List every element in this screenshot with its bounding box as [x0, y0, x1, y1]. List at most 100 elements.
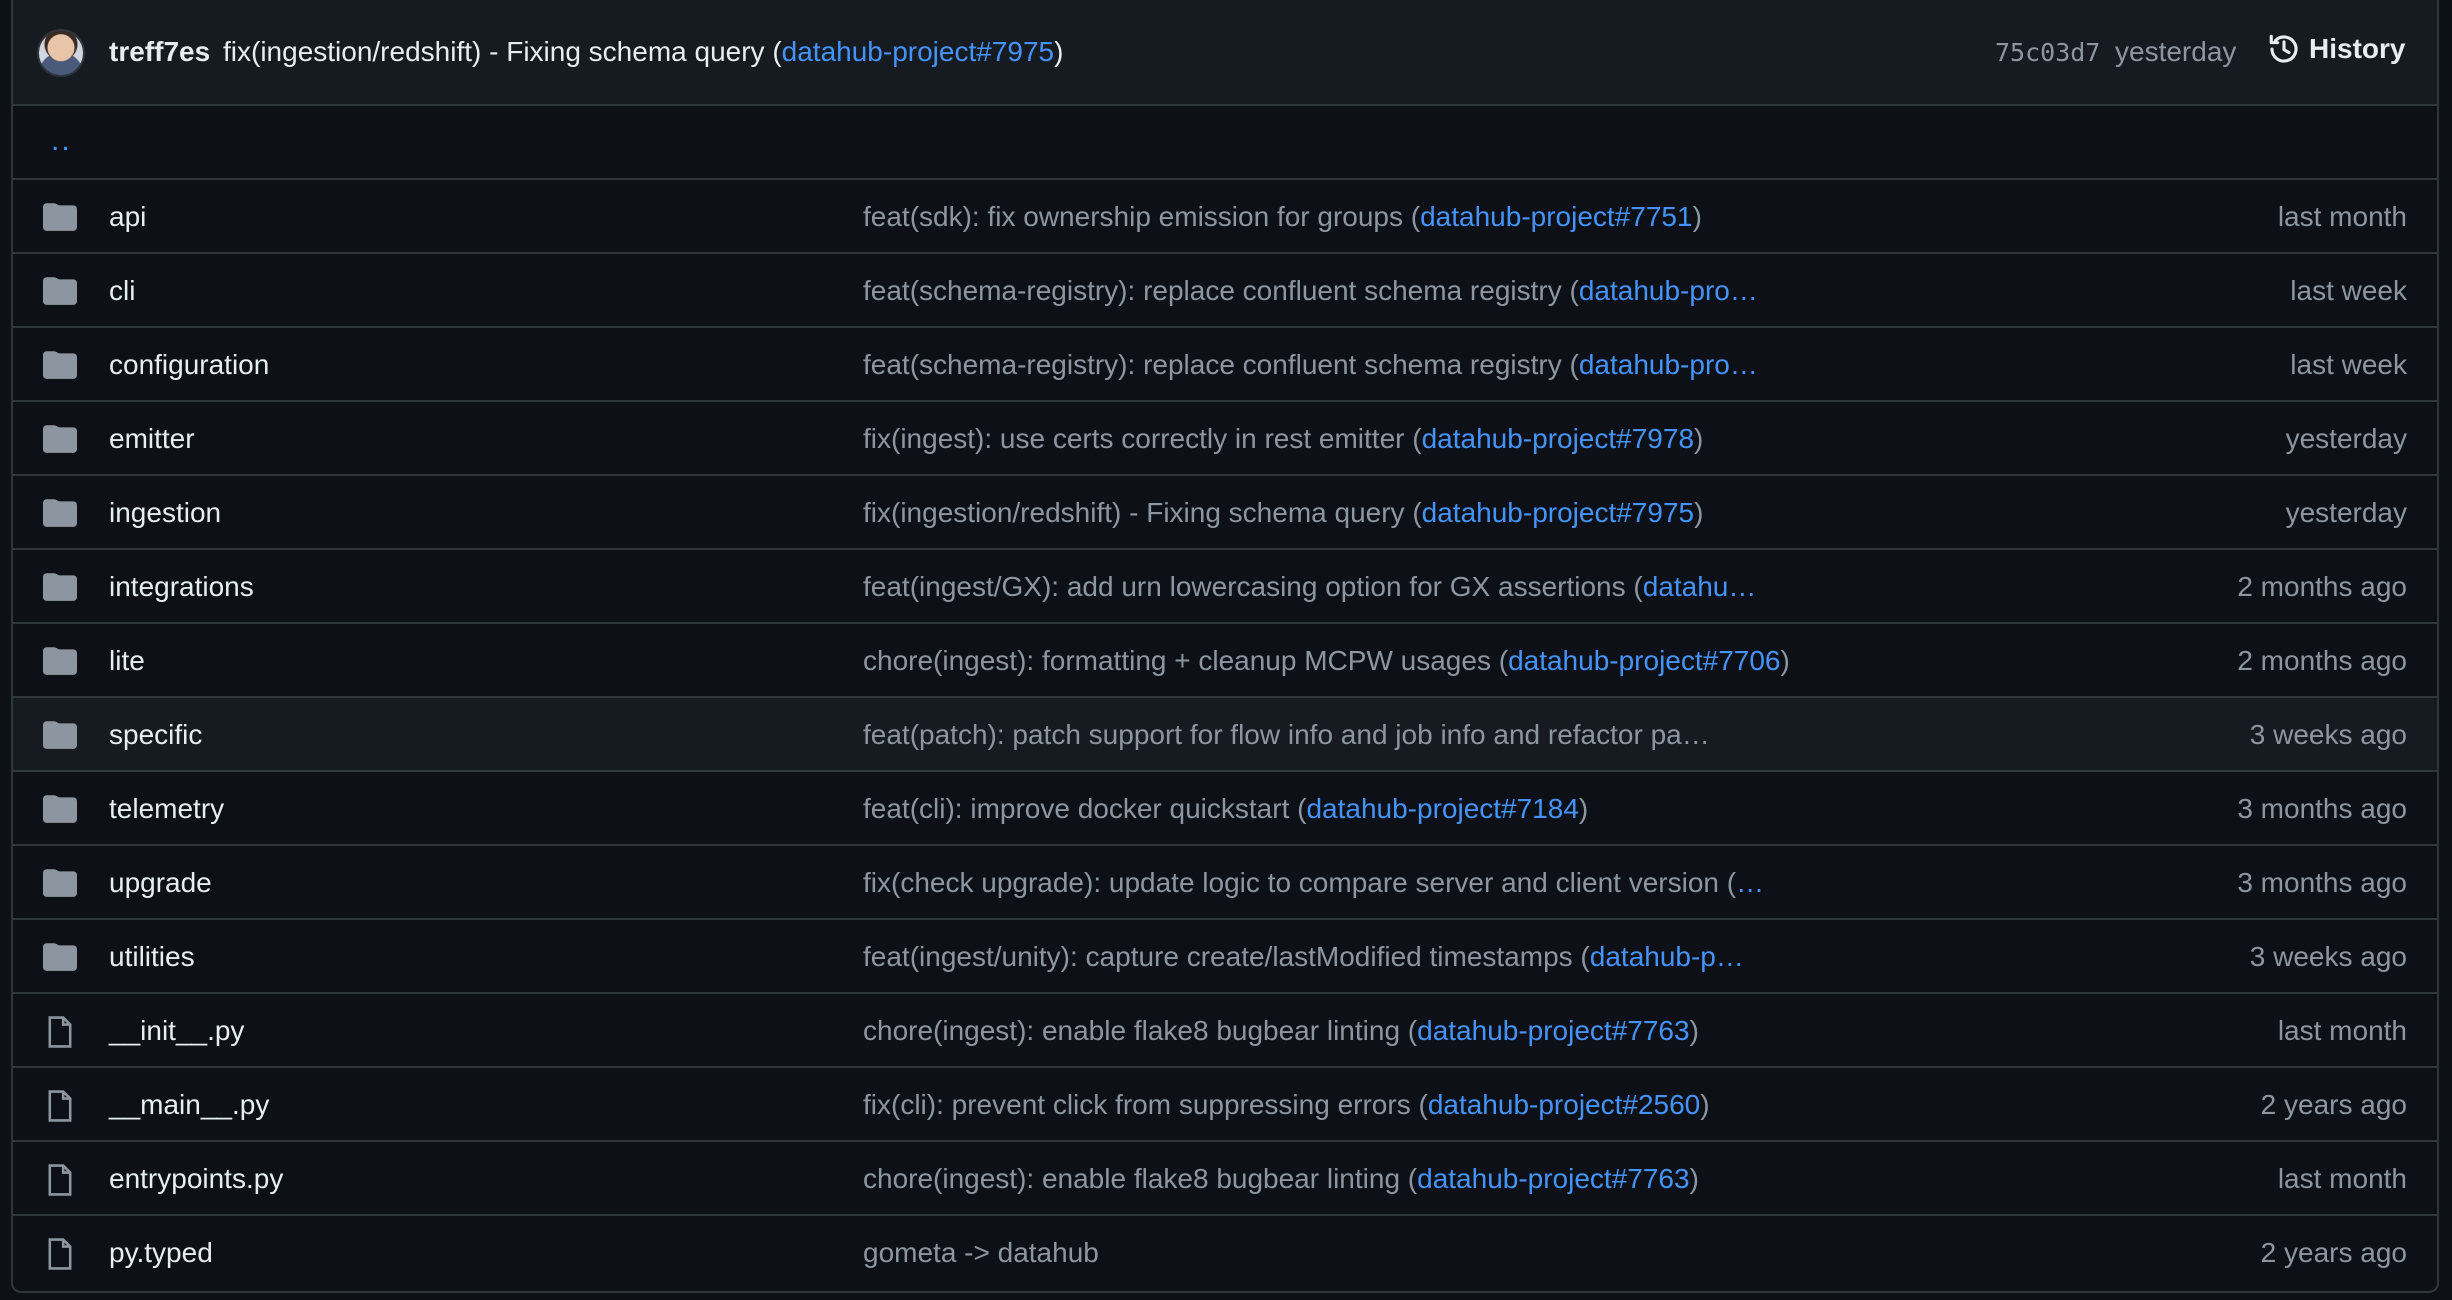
folder-name-link[interactable]: lite: [109, 645, 145, 677]
folder-name-link[interactable]: api: [109, 201, 146, 233]
pr-link[interactable]: datahub-p…: [1590, 941, 1744, 972]
commit-time: last month: [2277, 1015, 2407, 1046]
commit-message-link[interactable]: fix(check upgrade): update logic to comp…: [863, 867, 1764, 899]
folder-name-link[interactable]: ingestion: [109, 497, 221, 529]
commit-message-link[interactable]: gometa -> datahub: [863, 1237, 1099, 1269]
pr-link[interactable]: datahu…: [1643, 571, 1757, 602]
file-row[interactable]: integrations feat(ingest/GX): add urn low…: [13, 550, 2437, 624]
folder-name-link[interactable]: specific: [109, 719, 202, 751]
folder-icon: [43, 497, 77, 529]
history-icon: [2269, 34, 2298, 63]
pr-link[interactable]: datahub-project#7184: [1306, 793, 1578, 824]
commit-message-link[interactable]: feat(schema-registry): replace confluent…: [863, 275, 1758, 307]
commit-message-text[interactable]: fix(ingestion/redshift) - Fixing schema …: [223, 36, 782, 67]
commit-message-text[interactable]: feat(patch): patch support for flow info…: [863, 719, 1710, 750]
folder-icon: [43, 867, 77, 899]
pr-link[interactable]: …: [1736, 867, 1764, 898]
pr-link[interactable]: datahub-project#2560: [1428, 1089, 1700, 1120]
commit-message-text[interactable]: fix(cli): prevent click from suppressing…: [863, 1089, 1428, 1120]
folder-name-link[interactable]: cli: [109, 275, 135, 307]
commit-message[interactable]: fix(ingestion/redshift) - Fixing schema …: [223, 36, 1063, 68]
file-name-link[interactable]: __init__.py: [109, 1015, 244, 1047]
commit-message-text[interactable]: feat(ingest/GX): add urn lowercasing opt…: [863, 571, 1643, 602]
folder-name-link[interactable]: configuration: [109, 349, 269, 381]
pr-link[interactable]: datahub-project#7763: [1417, 1015, 1689, 1046]
commit-message-link[interactable]: feat(cli): improve docker quickstart (da…: [863, 793, 1588, 825]
file-row[interactable]: ingestion fix(ingestion/redshift) - Fixin…: [13, 476, 2437, 550]
file-row[interactable]: telemetry feat(cli): improve docker quick…: [13, 772, 2437, 846]
file-name-link[interactable]: __main__.py: [109, 1089, 269, 1121]
file-row[interactable]: lite chore(ingest): formatting + cleanup …: [13, 624, 2437, 698]
file-row[interactable]: utilities feat(ingest/unity): capture cre…: [13, 920, 2437, 994]
file-row[interactable]: __init__.py chore(ingest): enable flake8 …: [13, 994, 2437, 1068]
pr-link[interactable]: datahub-project#7978: [1422, 423, 1694, 454]
pr-link[interactable]: datahub-pro…: [1579, 275, 1758, 306]
commit-time: yesterday: [2115, 36, 2237, 67]
commit-message-text[interactable]: chore(ingest): formatting + cleanup MCPW…: [863, 645, 1508, 676]
file-row[interactable]: emitter fix(ingest): use certs correctly …: [13, 402, 2437, 476]
folder-name-link[interactable]: telemetry: [109, 793, 224, 825]
pr-link[interactable]: datahub-project#7751: [1420, 201, 1692, 232]
commit-message-text[interactable]: fix(check upgrade): update logic to comp…: [863, 867, 1736, 898]
commit-sha[interactable]: 75c03d7: [1995, 38, 2100, 67]
file-row[interactable]: py.typed gometa -> datahub 2 years ago: [13, 1216, 2437, 1290]
commit-message-link[interactable]: fix(ingestion/redshift) - Fixing schema …: [863, 497, 1703, 529]
commit-message-link[interactable]: feat(ingest/GX): add urn lowercasing opt…: [863, 571, 1756, 603]
commit-message-text[interactable]: fix(ingestion/redshift) - Fixing schema …: [863, 497, 1422, 528]
file-row[interactable]: entrypoints.py chore(ingest): enable flak…: [13, 1142, 2437, 1216]
folder-icon: [43, 571, 77, 603]
commit-message-link[interactable]: fix(ingest): use certs correctly in rest…: [863, 423, 1703, 455]
folder-icon: [43, 645, 77, 677]
commit-time: 3 weeks ago: [2249, 719, 2407, 750]
commit-time: 2 years ago: [2260, 1237, 2407, 1268]
pr-link[interactable]: datahub-project#7706: [1508, 645, 1780, 676]
file-row[interactable]: upgrade fix(check upgrade): update logic …: [13, 846, 2437, 920]
parent-directory-link[interactable]: ..: [51, 124, 72, 158]
file-browser: treff7es fix(ingestion/redshift) - Fixin…: [11, 0, 2439, 1293]
commit-time: last week: [2290, 349, 2407, 380]
file-name-link[interactable]: entrypoints.py: [109, 1163, 283, 1195]
pr-link[interactable]: datahub-project#7763: [1417, 1163, 1689, 1194]
commit-author[interactable]: treff7es: [109, 36, 210, 68]
pr-link[interactable]: datahub-pro…: [1579, 349, 1758, 380]
file-row[interactable]: cli feat(schema-registry): replace conflu…: [13, 254, 2437, 328]
commit-message-text[interactable]: chore(ingest): enable flake8 bugbear lin…: [863, 1163, 1417, 1194]
commit-message-text[interactable]: feat(schema-registry): replace confluent…: [863, 349, 1579, 380]
commit-message-text[interactable]: chore(ingest): enable flake8 bugbear lin…: [863, 1015, 1417, 1046]
parent-directory-row[interactable]: ..: [13, 106, 2437, 180]
file-row[interactable]: __main__.py fix(cli): prevent click from …: [13, 1068, 2437, 1142]
commit-message-text[interactable]: feat(cli): improve docker quickstart (: [863, 793, 1306, 824]
commit-message-text[interactable]: feat(sdk): fix ownership emission for gr…: [863, 201, 1420, 232]
commit-pr-link[interactable]: datahub-project#7975: [782, 36, 1054, 67]
commit-message-text[interactable]: feat(schema-registry): replace confluent…: [863, 275, 1579, 306]
folder-name-link[interactable]: utilities: [109, 941, 195, 973]
folder-name-link[interactable]: upgrade: [109, 867, 212, 899]
commit-message-link[interactable]: chore(ingest): enable flake8 bugbear lin…: [863, 1163, 1699, 1195]
commit-message-end: ): [1689, 1163, 1699, 1194]
folder-name-link[interactable]: integrations: [109, 571, 254, 603]
file-row[interactable]: specific feat(patch): patch support for f…: [13, 698, 2437, 772]
history-button[interactable]: History: [2267, 32, 2405, 66]
file-row[interactable]: configuration feat(schema-registry): repl…: [13, 328, 2437, 402]
commit-message-link[interactable]: feat(sdk): fix ownership emission for gr…: [863, 201, 1702, 233]
commit-message-link[interactable]: chore(ingest): formatting + cleanup MCPW…: [863, 645, 1790, 677]
file-row[interactable]: api feat(sdk): fix ownership emission for…: [13, 180, 2437, 254]
commit-time: 2 months ago: [2237, 645, 2407, 676]
folder-name-link[interactable]: emitter: [109, 423, 195, 455]
commit-message-text[interactable]: fix(ingest): use certs correctly in rest…: [863, 423, 1422, 454]
pr-link[interactable]: datahub-project#7975: [1422, 497, 1694, 528]
file-name-link[interactable]: py.typed: [109, 1237, 213, 1269]
commit-message-link[interactable]: fix(cli): prevent click from suppressing…: [863, 1089, 1710, 1121]
commit-message-end: ): [1694, 423, 1704, 454]
commit-message-link[interactable]: feat(patch): patch support for flow info…: [863, 719, 1710, 751]
folder-icon: [43, 201, 77, 233]
folder-icon: [43, 349, 77, 381]
commit-message-text[interactable]: feat(ingest/unity): capture create/lastM…: [863, 941, 1590, 972]
commit-time: 3 months ago: [2237, 793, 2407, 824]
commit-message-link[interactable]: chore(ingest): enable flake8 bugbear lin…: [863, 1015, 1699, 1047]
commit-message-link[interactable]: feat(schema-registry): replace confluent…: [863, 349, 1758, 381]
author-avatar[interactable]: [37, 29, 85, 77]
commit-message-text[interactable]: gometa -> datahub: [863, 1237, 1099, 1268]
folder-icon: [43, 719, 77, 751]
commit-message-link[interactable]: feat(ingest/unity): capture create/lastM…: [863, 941, 1744, 973]
